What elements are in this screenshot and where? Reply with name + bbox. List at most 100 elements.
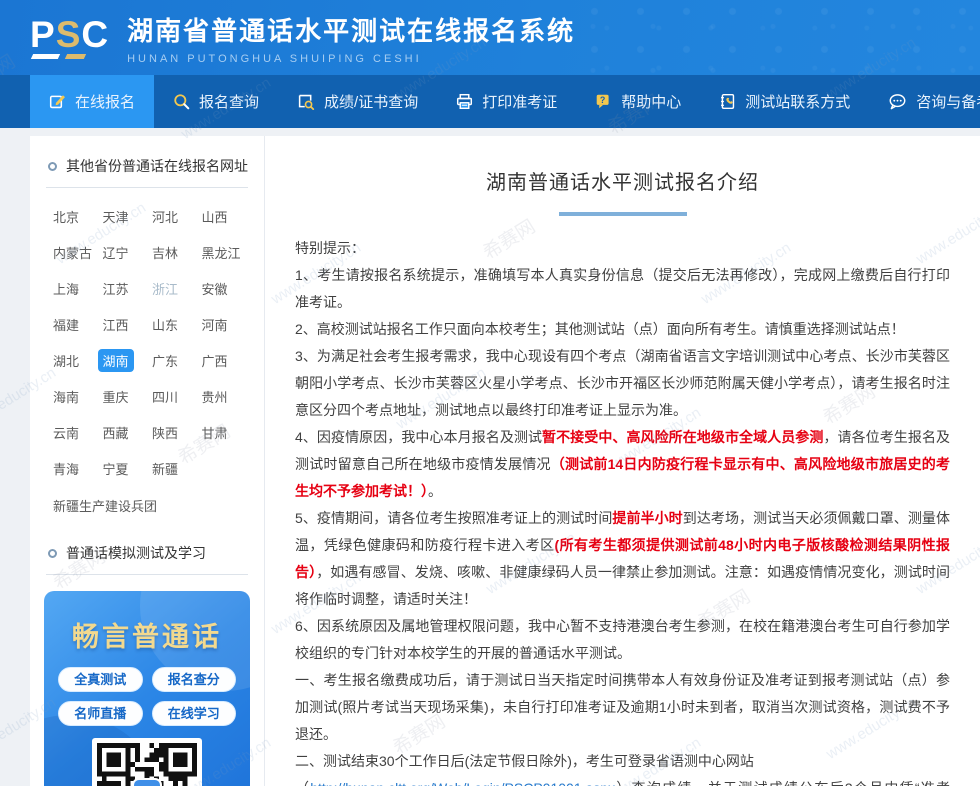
province-link[interactable]: 新疆 bbox=[147, 457, 183, 480]
highlight-text: 暂不接受中、高风险所在地级市全域人员参测 bbox=[542, 429, 823, 445]
province-link-grid: 北京天津河北山西内蒙古辽宁吉林黑龙江上海江苏浙江安徽福建江西山东河南湖北湖南广东… bbox=[44, 203, 250, 482]
sidebar-section-other-provinces: 其他省份普通话在线报名网址 bbox=[44, 156, 250, 176]
nav-item-label: 成绩/证书查询 bbox=[324, 91, 418, 112]
paragraph-text: 4、因疫情原因，我中心本月报名及测试 bbox=[295, 429, 542, 445]
site-title: 湖南省普通话水平测试在线报名系统 bbox=[127, 11, 575, 48]
site-subtitle: HUNAN PUTONGHUA SHUIPING CESHI bbox=[127, 53, 575, 65]
notice-paragraph: 4、因疫情原因，我中心本月报名及测试暂不接受中、高风险所在地级市全域人员参测，请… bbox=[295, 424, 950, 505]
province-link[interactable]: 河北 bbox=[147, 205, 183, 228]
psc-logo[interactable]: PSC bbox=[30, 17, 109, 59]
province-link[interactable]: 宁夏 bbox=[98, 457, 134, 480]
paragraph-text: ，如遇有感冒、发烧、咳嗽、非健康绿码人员一律禁止参加测试。注意：如遇疫情情况变化… bbox=[295, 564, 950, 607]
notice-paragraph: 1、考生请按报名系统提示，准确填写本人真实身份信息（提交后无法再修改），完成网上… bbox=[295, 262, 950, 316]
circle-bullet-icon bbox=[48, 549, 57, 558]
notice-paragraph: 5、疫情期间，请各位考生按照准考证上的测试时间提前半小时到达考场，测试当天必须佩… bbox=[295, 505, 950, 613]
nav-item-consult-and-prepare[interactable]: 咨询与备考 bbox=[869, 75, 980, 128]
nav-item-online-registration[interactable]: 在线报名 bbox=[30, 75, 154, 128]
province-link[interactable]: 天津 bbox=[98, 205, 134, 228]
inline-link[interactable]: http://hunan.cltt.org/Web/Login/PSCP0100… bbox=[310, 780, 615, 786]
province-link[interactable]: 湖南 bbox=[98, 349, 134, 372]
promo-pill[interactable]: 在线学习 bbox=[152, 701, 237, 726]
province-link[interactable]: 西藏 bbox=[98, 421, 134, 444]
nav-item-label: 报名查询 bbox=[199, 91, 259, 112]
province-link[interactable]: 广西 bbox=[197, 349, 233, 372]
divider bbox=[46, 187, 248, 188]
notice-paragraph: 一、考生报名缴费成功后，请于测试日当天指定时间携带本人有效身份证及准考证到报考测… bbox=[295, 667, 950, 748]
nav-item-label: 帮助中心 bbox=[621, 91, 681, 112]
paragraph-text: 3、为满足社会考生报考需求，我中心现设有四个考点（湖南省语言文字培训测试中心考点… bbox=[295, 348, 950, 418]
nav-item-label: 打印准考证 bbox=[482, 91, 557, 112]
title-underline-bar bbox=[559, 212, 687, 216]
notice-paragraphs: 特别提示： 1、考生请按报名系统提示，准确填写本人真实身份信息（提交后无法再修改）… bbox=[295, 235, 950, 786]
province-link[interactable]: 内蒙古 bbox=[48, 241, 97, 264]
nav-item-score-certificate-query[interactable]: 成绩/证书查询 bbox=[278, 75, 437, 128]
sidebar: 其他省份普通话在线报名网址 北京天津河北山西内蒙古辽宁吉林黑龙江上海江苏浙江安徽… bbox=[30, 136, 265, 786]
province-link[interactable]: 江西 bbox=[98, 313, 134, 336]
province-link[interactable]: 河南 bbox=[197, 313, 233, 336]
nav-item-label: 测试站联系方式 bbox=[745, 91, 850, 112]
province-link[interactable]: 青海 bbox=[48, 457, 84, 480]
notice-paragraph: 3、为满足社会考生报考需求，我中心现设有四个考点（湖南省语言文字培训测试中心考点… bbox=[295, 343, 950, 424]
province-link[interactable]: 上海 bbox=[48, 277, 84, 300]
promo-feature-pills: 全真测试报名查分名师直播在线学习 bbox=[58, 667, 236, 726]
promo-pill[interactable]: 报名查分 bbox=[152, 667, 237, 692]
main-content: 湖南普通话水平测试报名介绍 特别提示： 1、考生请按报名系统提示，准确填写本人真实… bbox=[265, 136, 980, 786]
nav-item-print-admission-ticket[interactable]: 打印准考证 bbox=[437, 75, 576, 128]
contact-book-icon bbox=[719, 93, 736, 110]
nav-item-label: 在线报名 bbox=[75, 91, 135, 112]
qr-code: 普 bbox=[92, 738, 202, 786]
province-link[interactable]: 重庆 bbox=[98, 385, 134, 408]
sidebar-section-mock-test: 普通话模拟测试及学习 bbox=[44, 543, 250, 563]
province-link[interactable]: 江苏 bbox=[98, 277, 134, 300]
province-link[interactable]: 山东 bbox=[147, 313, 183, 336]
province-link[interactable]: 浙江 bbox=[147, 277, 183, 300]
province-link[interactable]: 北京 bbox=[48, 205, 84, 228]
app-window: PSC 湖南省普通话水平测试在线报名系统 HUNAN PUTONGHUA SHU… bbox=[0, 0, 980, 786]
notice-paragraph: 特别提示： bbox=[295, 235, 950, 262]
main-nav: 在线报名 报名查询 成绩/证书查询 打印准考证? 帮助中心 测试站联系方式 咨询与备考 bbox=[0, 75, 980, 128]
province-link[interactable]: 山西 bbox=[197, 205, 233, 228]
province-link[interactable]: 吉林 bbox=[147, 241, 183, 264]
province-link-xinjiang-corps[interactable]: 新疆生产建设兵团 bbox=[53, 496, 157, 515]
province-link[interactable]: 广东 bbox=[147, 349, 183, 372]
changyan-promo-card[interactable]: 畅言普通话 全真测试报名查分名师直播在线学习 普 扫一扫下载APP bbox=[44, 591, 250, 786]
logo-underline bbox=[32, 54, 109, 59]
divider bbox=[46, 574, 248, 575]
nav-item-test-station-contact[interactable]: 测试站联系方式 bbox=[700, 75, 869, 128]
province-link[interactable]: 四川 bbox=[147, 385, 183, 408]
province-link[interactable]: 辽宁 bbox=[98, 241, 134, 264]
psc-logo-text: PSC bbox=[30, 17, 109, 53]
help-icon: ? bbox=[595, 93, 612, 110]
nav-item-label: 咨询与备考 bbox=[916, 91, 980, 112]
province-link[interactable]: 甘肃 bbox=[197, 421, 233, 444]
notice-paragraph: 2、高校测试站报名工作只面向本校考生；其他测试站（点）面向所有考生。请慎重选择测… bbox=[295, 316, 950, 343]
province-link[interactable]: 海南 bbox=[48, 385, 84, 408]
province-link[interactable]: 福建 bbox=[48, 313, 84, 336]
promo-pill[interactable]: 名师直播 bbox=[58, 701, 143, 726]
paragraph-text: 2、高校测试站报名工作只面向本校考生；其他测试站（点）面向所有考生。请慎重选择测… bbox=[295, 321, 905, 337]
paragraph-text: （ bbox=[295, 780, 310, 786]
notice-paragraph: 6、因系统原因及属地管理权限问题，我中心暂不支持港澳台考生参测，在校在籍港澳台考… bbox=[295, 613, 950, 667]
search-icon bbox=[173, 93, 190, 110]
province-link[interactable]: 湖北 bbox=[48, 349, 84, 372]
paragraph-text: 特别提示： bbox=[295, 240, 365, 256]
edit-icon bbox=[49, 93, 66, 110]
province-link[interactable]: 安徽 bbox=[197, 277, 233, 300]
circle-bullet-icon bbox=[48, 162, 57, 171]
paragraph-text: 5、疫情期间，请各位考生按照准考证上的测试时间 bbox=[295, 510, 612, 526]
page-body: 其他省份普通话在线报名网址 北京天津河北山西内蒙古辽宁吉林黑龙江上海江苏浙江安徽… bbox=[30, 136, 980, 786]
promo-pill[interactable]: 全真测试 bbox=[58, 667, 143, 692]
chat-icon bbox=[888, 93, 907, 110]
svg-text:?: ? bbox=[600, 95, 605, 105]
province-link[interactable]: 黑龙江 bbox=[197, 241, 246, 264]
nav-item-help-center[interactable]: ? 帮助中心 bbox=[576, 75, 700, 128]
page-title: 湖南普通话水平测试报名介绍 bbox=[295, 166, 950, 195]
province-link[interactable]: 云南 bbox=[48, 421, 84, 444]
nav-item-registration-query[interactable]: 报名查询 bbox=[154, 75, 278, 128]
qr-center-logo: 普 bbox=[132, 778, 162, 786]
notice-paragraph: 二、测试结束30个工作日后(法定节假日除外)，考生可登录省语测中心网站（http… bbox=[295, 748, 950, 786]
sidebar-section-title: 普通话模拟测试及学习 bbox=[66, 543, 206, 563]
province-link[interactable]: 陕西 bbox=[147, 421, 183, 444]
province-link[interactable]: 贵州 bbox=[197, 385, 233, 408]
certificate-search-icon bbox=[297, 93, 315, 110]
